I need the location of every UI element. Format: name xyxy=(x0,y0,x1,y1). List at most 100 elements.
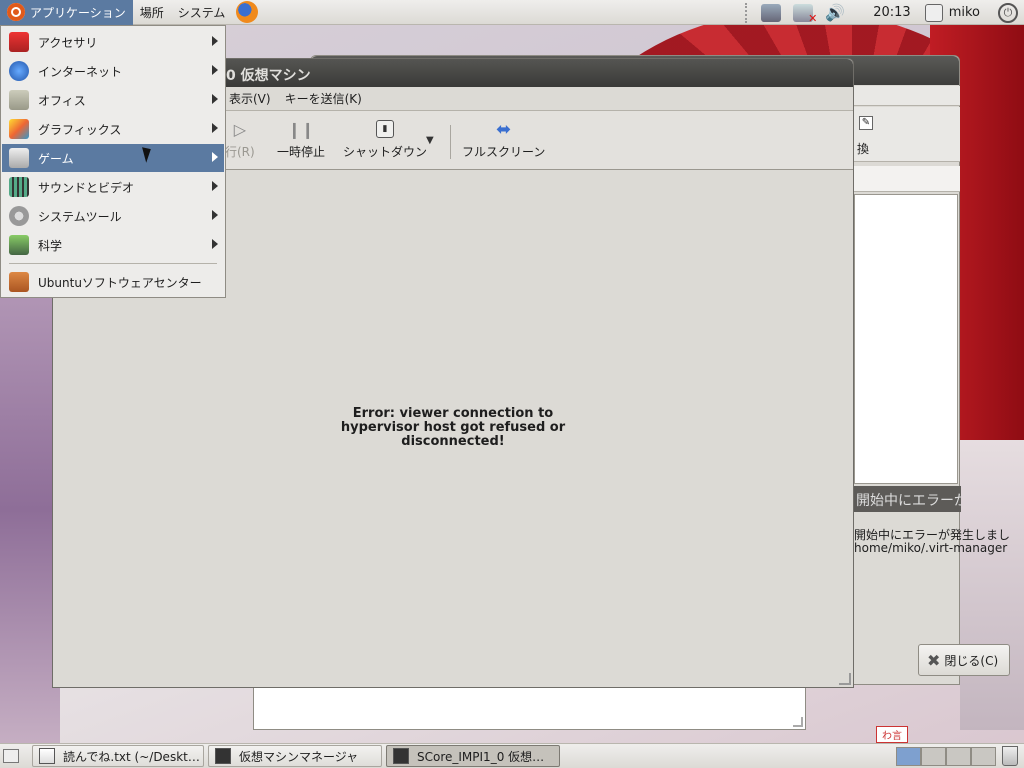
taskbar-item-text-file[interactable]: 読んでね.txt (~/Deskt… xyxy=(32,745,204,767)
shutdown-button[interactable]: ▮ シャットダウン xyxy=(343,117,427,160)
resize-grip[interactable] xyxy=(793,717,803,727)
shutdown-icon: ▮ xyxy=(373,117,397,141)
menu-item-internet[interactable]: インターネット xyxy=(2,57,224,85)
error-line: hypervisor host got refused or xyxy=(340,420,566,435)
accessories-icon xyxy=(9,32,29,52)
vm-console-icon xyxy=(393,748,409,764)
submenu-arrow-icon xyxy=(212,123,218,133)
user-status-icon[interactable] xyxy=(924,3,943,22)
pause-icon: ❙❙ xyxy=(287,119,315,139)
run-button[interactable]: ▷ 行(R) xyxy=(225,117,255,160)
fullscreen-icon: ⬌ xyxy=(496,118,512,140)
fullscreen-button[interactable]: ⬌ フルスクリーン xyxy=(462,117,545,160)
workspace-1[interactable] xyxy=(896,747,921,766)
tray-separator xyxy=(745,2,751,23)
power-icon[interactable]: ⏻ xyxy=(998,2,1018,23)
submenu-arrow-icon xyxy=(212,152,218,162)
viewer-error-message: Error: viewer connection to hypervisor h… xyxy=(333,407,573,449)
menu-item-software-center[interactable]: Ubuntuソフトウェアセンター xyxy=(2,268,224,296)
menu-item-label: ゲーム xyxy=(38,151,74,166)
office-icon xyxy=(9,90,29,110)
workspace-3[interactable] xyxy=(946,747,971,766)
menu-item-system-tools[interactable]: システムツール xyxy=(2,202,224,230)
taskbar-item-label: SCore_IMPI1_0 仮想… xyxy=(417,749,545,764)
submenu-arrow-icon xyxy=(212,65,218,75)
pause-button[interactable]: ❙❙ 一時停止 xyxy=(277,117,325,160)
shutdown-label: シャットダウン xyxy=(343,145,428,159)
toolbar-separator xyxy=(450,125,451,159)
vm-manager-icon xyxy=(215,748,231,764)
text-editor-window[interactable] xyxy=(253,685,806,730)
network-status-icon[interactable] xyxy=(761,3,782,22)
system-tray: 🔊 20:13 miko ⏻ xyxy=(745,0,1024,25)
internet-icon xyxy=(9,61,29,81)
submenu-arrow-icon xyxy=(212,210,218,220)
wallpaper-blossom xyxy=(0,270,60,750)
menu-item-label: 科学 xyxy=(38,238,63,253)
volume-icon[interactable]: 🔊 xyxy=(825,3,845,22)
run-label: 行(R) xyxy=(225,145,255,159)
bottom-panel: 読んでね.txt (~/Deskt… 仮想マシンマネージャ SCore_IMPI… xyxy=(0,743,1024,768)
menu-item-sound-video[interactable]: サウンドとビデオ xyxy=(2,173,224,201)
menu-item-label: システムツール xyxy=(38,209,122,224)
submenu-arrow-icon xyxy=(212,181,218,191)
error-line: Error: viewer connection to xyxy=(352,406,554,421)
science-icon xyxy=(9,235,29,255)
menu-send-key[interactable]: キーを送信(K) xyxy=(285,90,362,107)
taskbar-item-label: 読んでね.txt (~/Deskt… xyxy=(63,749,200,764)
software-center-icon xyxy=(9,272,29,292)
workspace-switcher[interactable] xyxy=(896,747,996,766)
error-dialog-path: home/miko/.virt-manager xyxy=(854,541,1008,555)
vm-manager-menubar xyxy=(854,86,960,106)
menu-item-office[interactable]: オフィス xyxy=(2,86,224,114)
trash-icon[interactable] xyxy=(1002,746,1018,766)
close-button[interactable]: ✖ 閉じる(C) xyxy=(918,644,1010,676)
user-name[interactable]: miko xyxy=(949,5,980,20)
workspace-2[interactable] xyxy=(921,747,946,766)
menu-item-graphics[interactable]: グラフィックス xyxy=(2,115,224,143)
submenu-arrow-icon xyxy=(212,36,218,46)
shutdown-dropdown-icon[interactable]: ▼ xyxy=(426,135,434,146)
applications-menu: アクセサリ インターネット オフィス グラフィックス ゲーム サウンドとビデオ … xyxy=(0,25,226,298)
menu-item-label: グラフィックス xyxy=(38,122,122,137)
close-icon: ✖ xyxy=(927,650,941,670)
menu-item-label: Ubuntuソフトウェアセンター xyxy=(38,275,202,290)
edit-icon[interactable]: ✎ xyxy=(859,116,873,130)
taskbar-item-label: 仮想マシンマネージャ xyxy=(239,749,359,764)
pause-label: 一時停止 xyxy=(277,145,326,159)
menu-item-science[interactable]: 科学 xyxy=(2,231,224,259)
firefox-launcher-icon[interactable] xyxy=(236,1,259,23)
system-menu-button[interactable]: システム xyxy=(171,0,233,25)
sound-video-icon xyxy=(9,177,29,197)
replace-button-label[interactable]: 換 xyxy=(857,140,869,157)
menu-separator xyxy=(9,263,217,264)
taskbar-item-vm-console[interactable]: SCore_IMPI1_0 仮想… xyxy=(386,745,560,767)
places-menu-button[interactable]: 場所 xyxy=(133,0,171,25)
ubuntu-logo-icon xyxy=(7,3,25,21)
show-desktop-icon[interactable] xyxy=(3,749,19,763)
menu-item-label: インターネット xyxy=(38,64,123,79)
taskbar-item-vm-manager[interactable]: 仮想マシンマネージャ xyxy=(208,745,382,767)
wallpaper-figure xyxy=(960,440,1024,730)
system-tools-icon xyxy=(9,206,29,226)
clock[interactable]: 20:13 xyxy=(873,5,910,20)
vm-manager-list[interactable] xyxy=(854,194,958,484)
menu-item-games[interactable]: ゲーム xyxy=(2,144,224,172)
top-panel: アプリケーション 場所 システム 🔊 20:13 miko ⏻ xyxy=(0,0,1024,25)
applications-label: アプリケーション xyxy=(30,5,126,20)
wallpaper-badge: わ言 xyxy=(876,726,908,743)
menu-item-label: オフィス xyxy=(38,93,86,108)
submenu-arrow-icon xyxy=(212,239,218,249)
close-button-label: 閉じる(C) xyxy=(944,653,999,668)
menu-item-label: サウンドとビデオ xyxy=(38,180,135,195)
network-disconnected-icon[interactable] xyxy=(793,3,817,25)
window-title: 0 仮想マシン xyxy=(226,68,311,84)
menu-view[interactable]: 表示(V) xyxy=(229,90,271,107)
resize-grip[interactable] xyxy=(839,673,851,685)
fullscreen-label: フルスクリーン xyxy=(462,145,546,159)
menu-item-accessories[interactable]: アクセサリ xyxy=(2,28,224,56)
workspace-4[interactable] xyxy=(971,747,996,766)
applications-menu-button[interactable]: アプリケーション xyxy=(0,0,133,25)
play-icon: ▷ xyxy=(233,119,246,139)
submenu-arrow-icon xyxy=(212,94,218,104)
